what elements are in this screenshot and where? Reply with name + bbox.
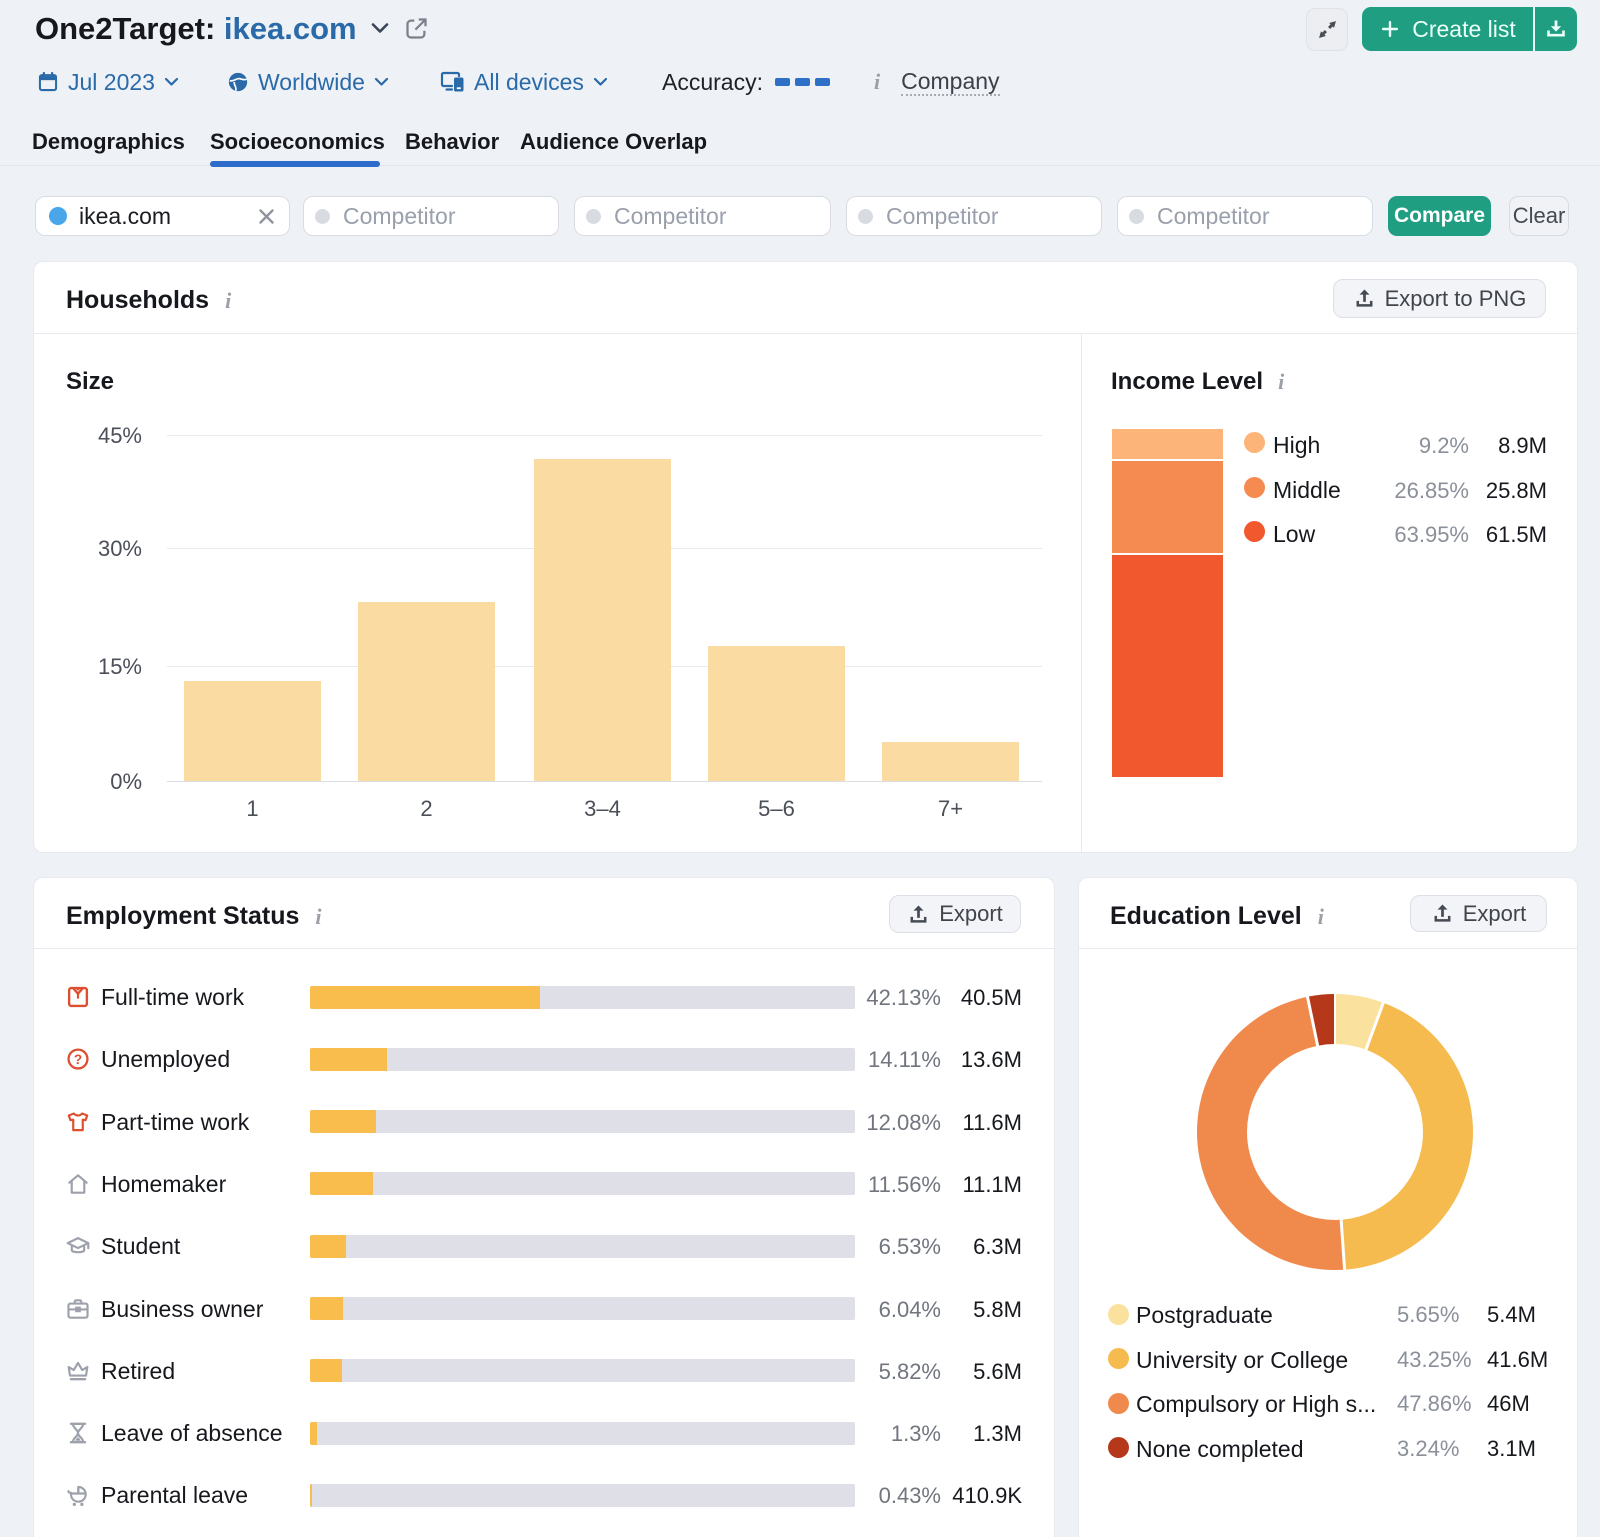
svg-text:?: ? <box>74 1052 82 1067</box>
